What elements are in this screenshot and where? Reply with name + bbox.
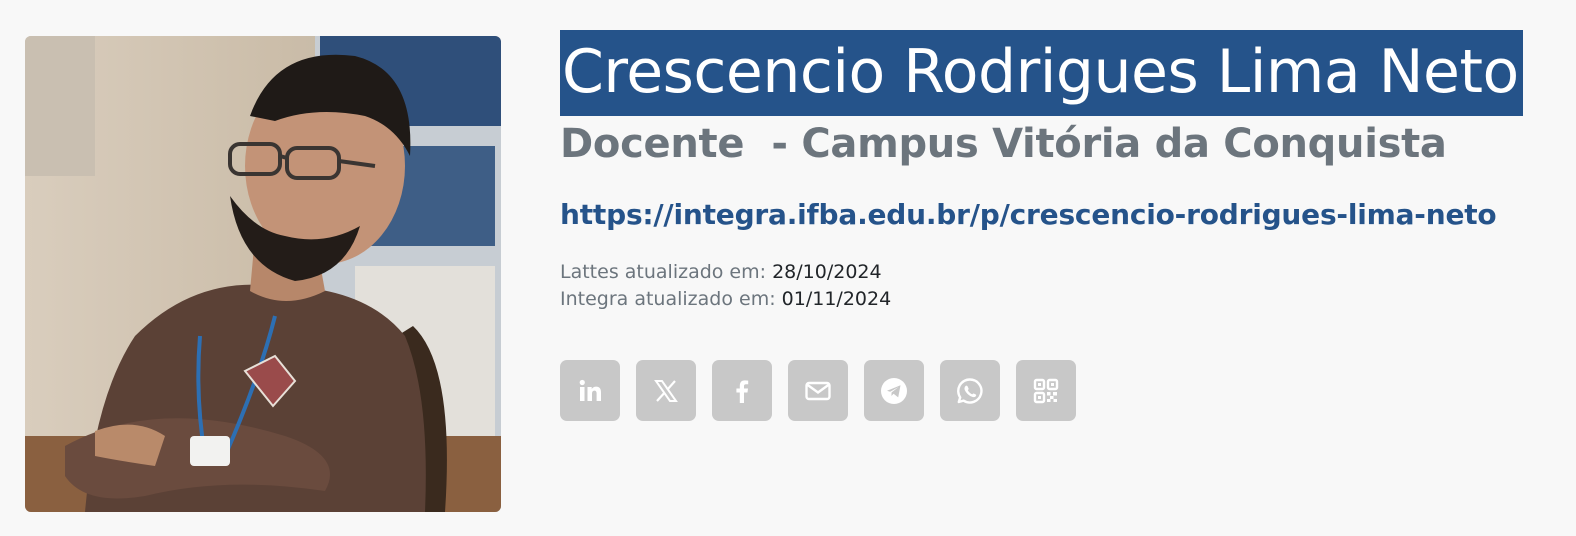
linkedin-share-button[interactable] [560,360,620,421]
profile-photo [25,36,501,512]
share-buttons [560,360,1555,421]
x-icon [654,379,678,402]
update-dates: Lattes atualizado em: 28/10/2024 Integra… [560,259,1555,313]
profile-name: Crescencio Rodrigues Lima Neto [560,30,1523,116]
linkedin-icon [579,379,601,401]
profile-info: Crescencio Rodrigues Lima Neto Docente -… [560,30,1555,421]
facebook-share-button[interactable] [712,360,772,421]
lattes-updated-value: 28/10/2024 [772,261,882,283]
qrcode-icon [1033,378,1059,403]
whatsapp-share-button[interactable] [940,360,1000,421]
telegram-icon [881,377,907,404]
profile-card: Crescencio Rodrigues Lima Neto Docente -… [0,0,1576,536]
qrcode-share-button[interactable] [1016,360,1076,421]
x-share-button[interactable] [636,360,696,421]
email-share-button[interactable] [788,360,848,421]
whatsapp-icon [957,377,983,404]
lattes-updated-label: Lattes atualizado em: [560,261,767,283]
facebook-icon [736,379,749,403]
integra-updated-label: Integra atualizado em: [560,288,776,310]
profile-role: Docente - Campus Vitória da Conquista [560,121,1447,167]
integra-updated-value: 01/11/2024 [781,288,892,310]
lattes-updated: Lattes atualizado em: 28/10/2024 [560,259,1555,286]
email-icon [805,381,831,400]
integra-updated: Integra atualizado em: 01/11/2024 [560,286,1555,313]
telegram-share-button[interactable] [864,360,924,421]
profile-url-link[interactable]: https://integra.ifba.edu.br/p/crescencio… [560,197,1555,233]
